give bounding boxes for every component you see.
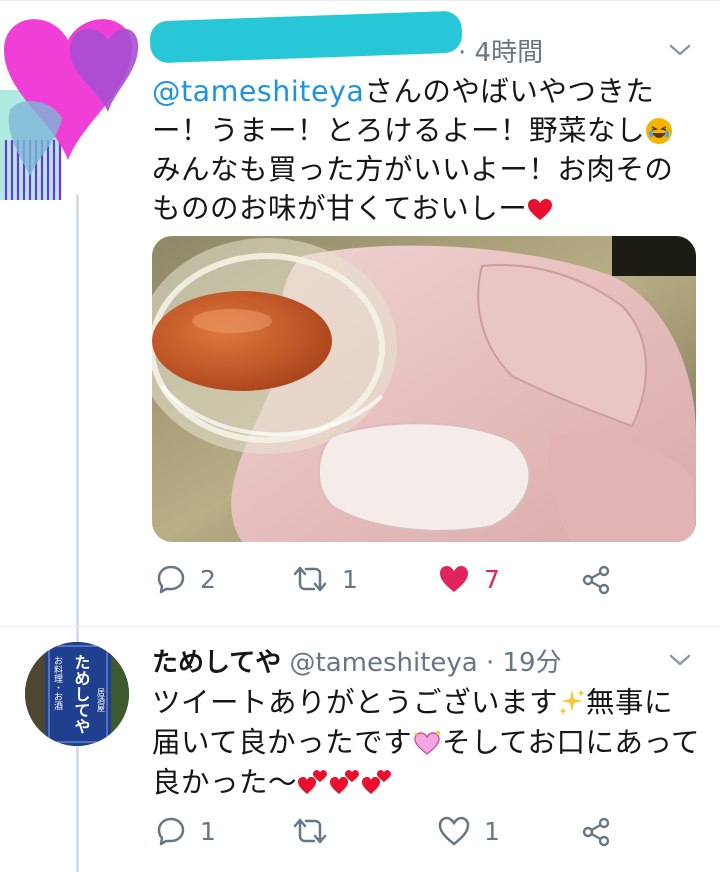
tweet-body: @tameshiteyaさんのやばいやつきたー！うまー！とろけるよー！野菜なしみ… <box>152 72 702 228</box>
thread-connector-line <box>76 195 79 872</box>
like-count: 1 <box>484 816 500 846</box>
avatar-sign-subtitle: お料理・お酒 <box>52 656 63 711</box>
laughing-emoji-icon <box>646 118 673 144</box>
chevron-down-icon[interactable] <box>668 38 692 62</box>
heart-filled-icon <box>440 566 468 592</box>
two-hearts-icon <box>330 770 360 794</box>
sparkling-heart-icon <box>414 731 441 755</box>
user-avatar-stickered[interactable] <box>0 0 160 215</box>
reply-count: 1 <box>200 816 216 846</box>
avatar-sign-label: 居酒屋 <box>97 688 106 713</box>
user-handle[interactable]: @tameshiteya <box>290 648 478 678</box>
retweet-button[interactable] <box>292 816 328 846</box>
retweet-button[interactable]: 1 <box>292 564 358 594</box>
share-button[interactable] <box>580 564 612 596</box>
display-name[interactable]: ためしてや <box>152 648 281 678</box>
retweet-icon <box>293 566 327 592</box>
mention-link[interactable]: @tameshiteya <box>152 75 364 108</box>
heart-outline-icon <box>438 816 470 846</box>
share-icon <box>582 565 610 595</box>
tweet-photo[interactable] <box>152 236 696 542</box>
chevron-down-icon[interactable] <box>668 648 692 672</box>
reply-count: 2 <box>200 564 216 594</box>
tweet-actions-bar: 2 1 7 <box>152 564 692 604</box>
like-button[interactable]: 1 <box>438 816 500 846</box>
tweet-text-part1: ツイートありがとうございます <box>152 686 559 719</box>
tweet-timestamp[interactable]: · 4時間 <box>458 32 543 69</box>
like-button[interactable]: 7 <box>438 564 500 594</box>
tweet-divider <box>0 626 720 627</box>
share-button[interactable] <box>580 816 612 848</box>
redacted-username-mark <box>149 10 463 64</box>
reply-button[interactable]: 1 <box>156 816 216 846</box>
avatar-sign-title: ためしてや <box>72 654 91 734</box>
tweet-text-part2: みんなも買った方がいいよー！お肉そのもののお味が甘くておいしー <box>152 153 674 225</box>
like-count: 7 <box>484 564 500 594</box>
sparkles-icon <box>559 689 586 715</box>
two-hearts-icon <box>298 770 328 794</box>
red-heart-icon <box>528 199 553 220</box>
tweet-timestamp[interactable]: · 19分 <box>486 648 562 678</box>
reply-icon <box>157 565 185 594</box>
tweet-actions-bar: 1 1 <box>152 816 692 856</box>
tweet-body: ツイートありがとうございます 無事に届いて良かったです そしてお口にあって良かった〜 <box>152 683 702 803</box>
tameshiteya-avatar[interactable]: お料理・お酒 ためしてや 居酒屋 <box>25 642 129 746</box>
retweet-count: 1 <box>342 564 358 594</box>
reply-button[interactable]: 2 <box>156 564 216 594</box>
reply-icon <box>157 817 185 846</box>
tweet-header: ためしてや @tameshiteya · 19分 <box>152 642 562 679</box>
share-icon <box>582 817 610 847</box>
retweet-icon <box>293 818 327 844</box>
two-hearts-icon <box>362 770 392 794</box>
